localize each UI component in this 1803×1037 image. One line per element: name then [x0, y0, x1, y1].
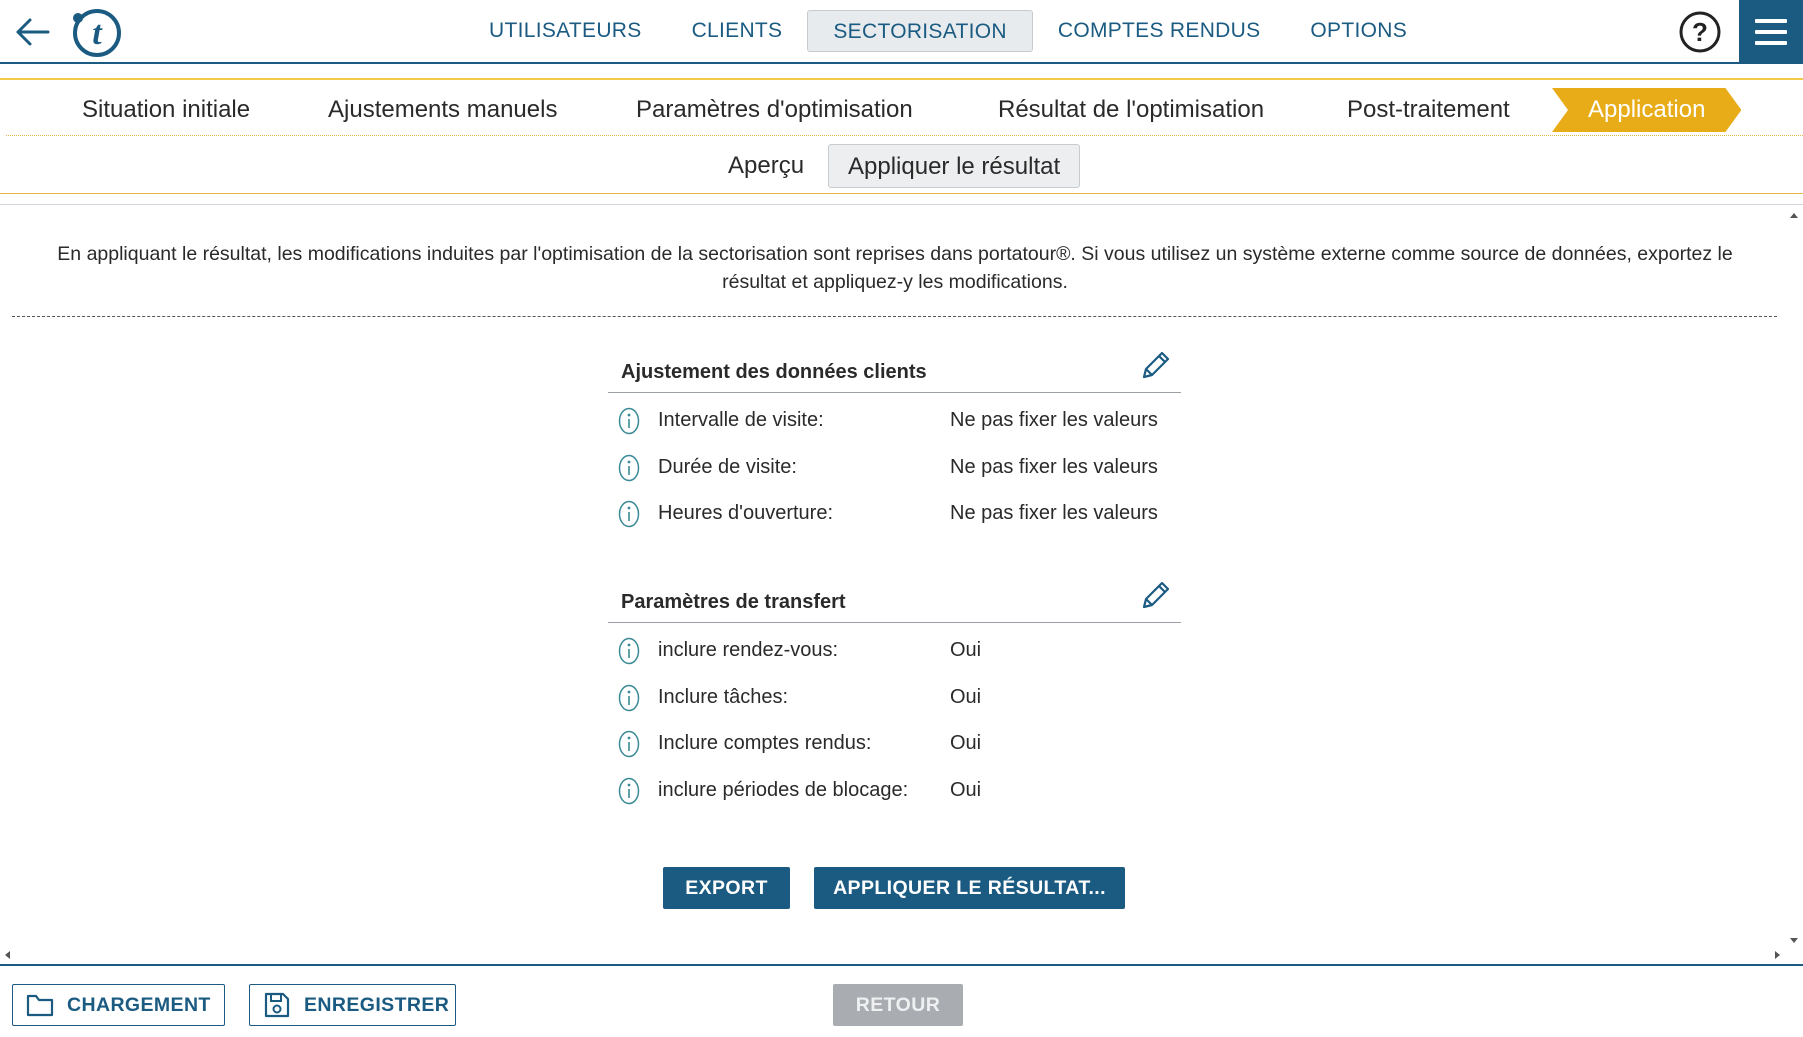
nav-options[interactable]: OPTIONS: [1285, 10, 1432, 52]
nav-utilisateurs[interactable]: UTILISATEURS: [464, 10, 667, 52]
sub-tabs: Aperçu Appliquer le résultat: [0, 140, 1803, 194]
row-value: Ne pas fixer les valeurs: [950, 455, 1158, 478]
subtabs-divider: [0, 193, 1803, 194]
row-label: Intervalle de visite:: [658, 409, 824, 431]
info-row: Intervalle de visite: Ne pas fixer les v…: [608, 393, 1181, 440]
divider: [12, 316, 1777, 317]
info-icon[interactable]: [618, 637, 640, 665]
export-button[interactable]: EXPORT: [663, 867, 790, 909]
step-post-traitement[interactable]: Post-traitement: [1347, 88, 1510, 132]
load-label: CHARGEMENT: [67, 993, 211, 1016]
info-row: inclure périodes de blocage: Oui: [608, 763, 1181, 810]
section-parametres-transfert: Paramètres de transfert inclure rendez-v…: [608, 571, 1181, 809]
info-row: Durée de visite: Ne pas fixer les valeur…: [608, 440, 1181, 487]
section-title: Paramètres de transfert: [621, 591, 846, 613]
apply-result-button[interactable]: APPLIQUER LE RÉSULTAT...: [814, 867, 1125, 909]
help-circle-icon: ?: [1679, 11, 1721, 53]
content-divider: [0, 204, 1803, 205]
pencil-icon: [1142, 351, 1170, 379]
nav-comptes-rendus[interactable]: COMPTES RENDUS: [1033, 10, 1286, 52]
horizontal-scrollbar[interactable]: [0, 948, 1785, 962]
info-icon[interactable]: [618, 500, 640, 528]
subtab-apercu[interactable]: Aperçu: [728, 144, 804, 188]
save-button[interactable]: ENREGISTRER: [249, 984, 456, 1026]
steps-divider: [6, 135, 1803, 136]
row-value: Oui: [950, 685, 982, 708]
footer-divider: [0, 964, 1803, 966]
main-nav: UTILISATEURS CLIENTS SECTORISATION COMPT…: [464, 10, 1432, 52]
info-icon[interactable]: [618, 777, 640, 805]
back-footer-button[interactable]: RETOUR: [833, 984, 963, 1026]
section-ajustement-donnees-clients: Ajustement des données clients Intervall…: [608, 341, 1181, 533]
vertical-scrollbar[interactable]: [1785, 206, 1803, 961]
nav-clients[interactable]: CLIENTS: [667, 10, 808, 52]
info-row: Inclure comptes rendus: Oui: [608, 716, 1181, 763]
step-resultat-optimisation[interactable]: Résultat de l'optimisation: [998, 88, 1264, 132]
info-icon[interactable]: [618, 454, 640, 482]
section-header: Paramètres de transfert: [608, 571, 1181, 623]
row-value: Oui: [950, 778, 982, 801]
info-icon[interactable]: [618, 407, 640, 435]
back-button[interactable]: [10, 10, 54, 54]
arrow-left-icon: [16, 18, 50, 46]
intro-text: En appliquant le résultat, les modificat…: [57, 243, 1733, 293]
svg-text:t: t: [92, 15, 103, 52]
edit-button[interactable]: [1138, 577, 1174, 613]
section-title: Ajustement des données clients: [621, 361, 927, 383]
row-value: Ne pas fixer les valeurs: [950, 502, 1158, 524]
subtab-appliquer-le-resultat[interactable]: Appliquer le résultat: [828, 144, 1081, 188]
floppy-disk-icon: [264, 992, 290, 1018]
row-value: Oui: [950, 732, 982, 754]
info-icon[interactable]: [618, 684, 640, 712]
portatour-logo[interactable]: t: [70, 6, 122, 58]
folder-icon: [26, 994, 54, 1017]
edit-button[interactable]: [1138, 347, 1174, 383]
step-parametres-optimisation[interactable]: Paramètres d'optimisation: [636, 88, 913, 132]
step-ajustements-manuels[interactable]: Ajustements manuels: [328, 88, 557, 132]
load-button[interactable]: CHARGEMENT: [12, 984, 225, 1026]
row-label: Heures d'ouverture:: [658, 502, 834, 524]
info-row: inclure rendez-vous: Oui: [608, 623, 1181, 670]
step-application[interactable]: Application: [1552, 88, 1741, 132]
row-label: Inclure comptes rendus:: [658, 732, 872, 754]
row-label: Inclure tâches:: [658, 685, 789, 708]
section-header: Ajustement des données clients: [608, 341, 1181, 393]
info-row: Inclure tâches: Oui: [608, 670, 1181, 717]
step-situation-initiale[interactable]: Situation initiale: [82, 88, 250, 132]
row-label: inclure périodes de blocage:: [658, 778, 909, 801]
hamburger-menu-icon[interactable]: [1739, 0, 1803, 64]
row-label: inclure rendez-vous:: [658, 639, 839, 661]
top-bar: t UTILISATEURS CLIENTS SECTORISATION COM…: [0, 0, 1803, 64]
info-icon[interactable]: [618, 730, 640, 758]
save-label: ENREGISTRER: [304, 993, 450, 1016]
row-value: Ne pas fixer les valeurs: [950, 409, 1158, 431]
row-label: Durée de visite:: [658, 455, 797, 478]
help-button[interactable]: ?: [1678, 10, 1722, 54]
info-row: Heures d'ouverture: Ne pas fixer les val…: [608, 486, 1181, 533]
pencil-icon: [1142, 581, 1170, 609]
main-content: En appliquant le résultat, les modificat…: [0, 206, 1785, 961]
svg-text:?: ?: [1692, 17, 1708, 47]
nav-sectorisation[interactable]: SECTORISATION: [807, 10, 1033, 52]
row-value: Oui: [950, 639, 982, 661]
step-navigation: Situation initiale Ajustements manuels P…: [0, 78, 1803, 134]
